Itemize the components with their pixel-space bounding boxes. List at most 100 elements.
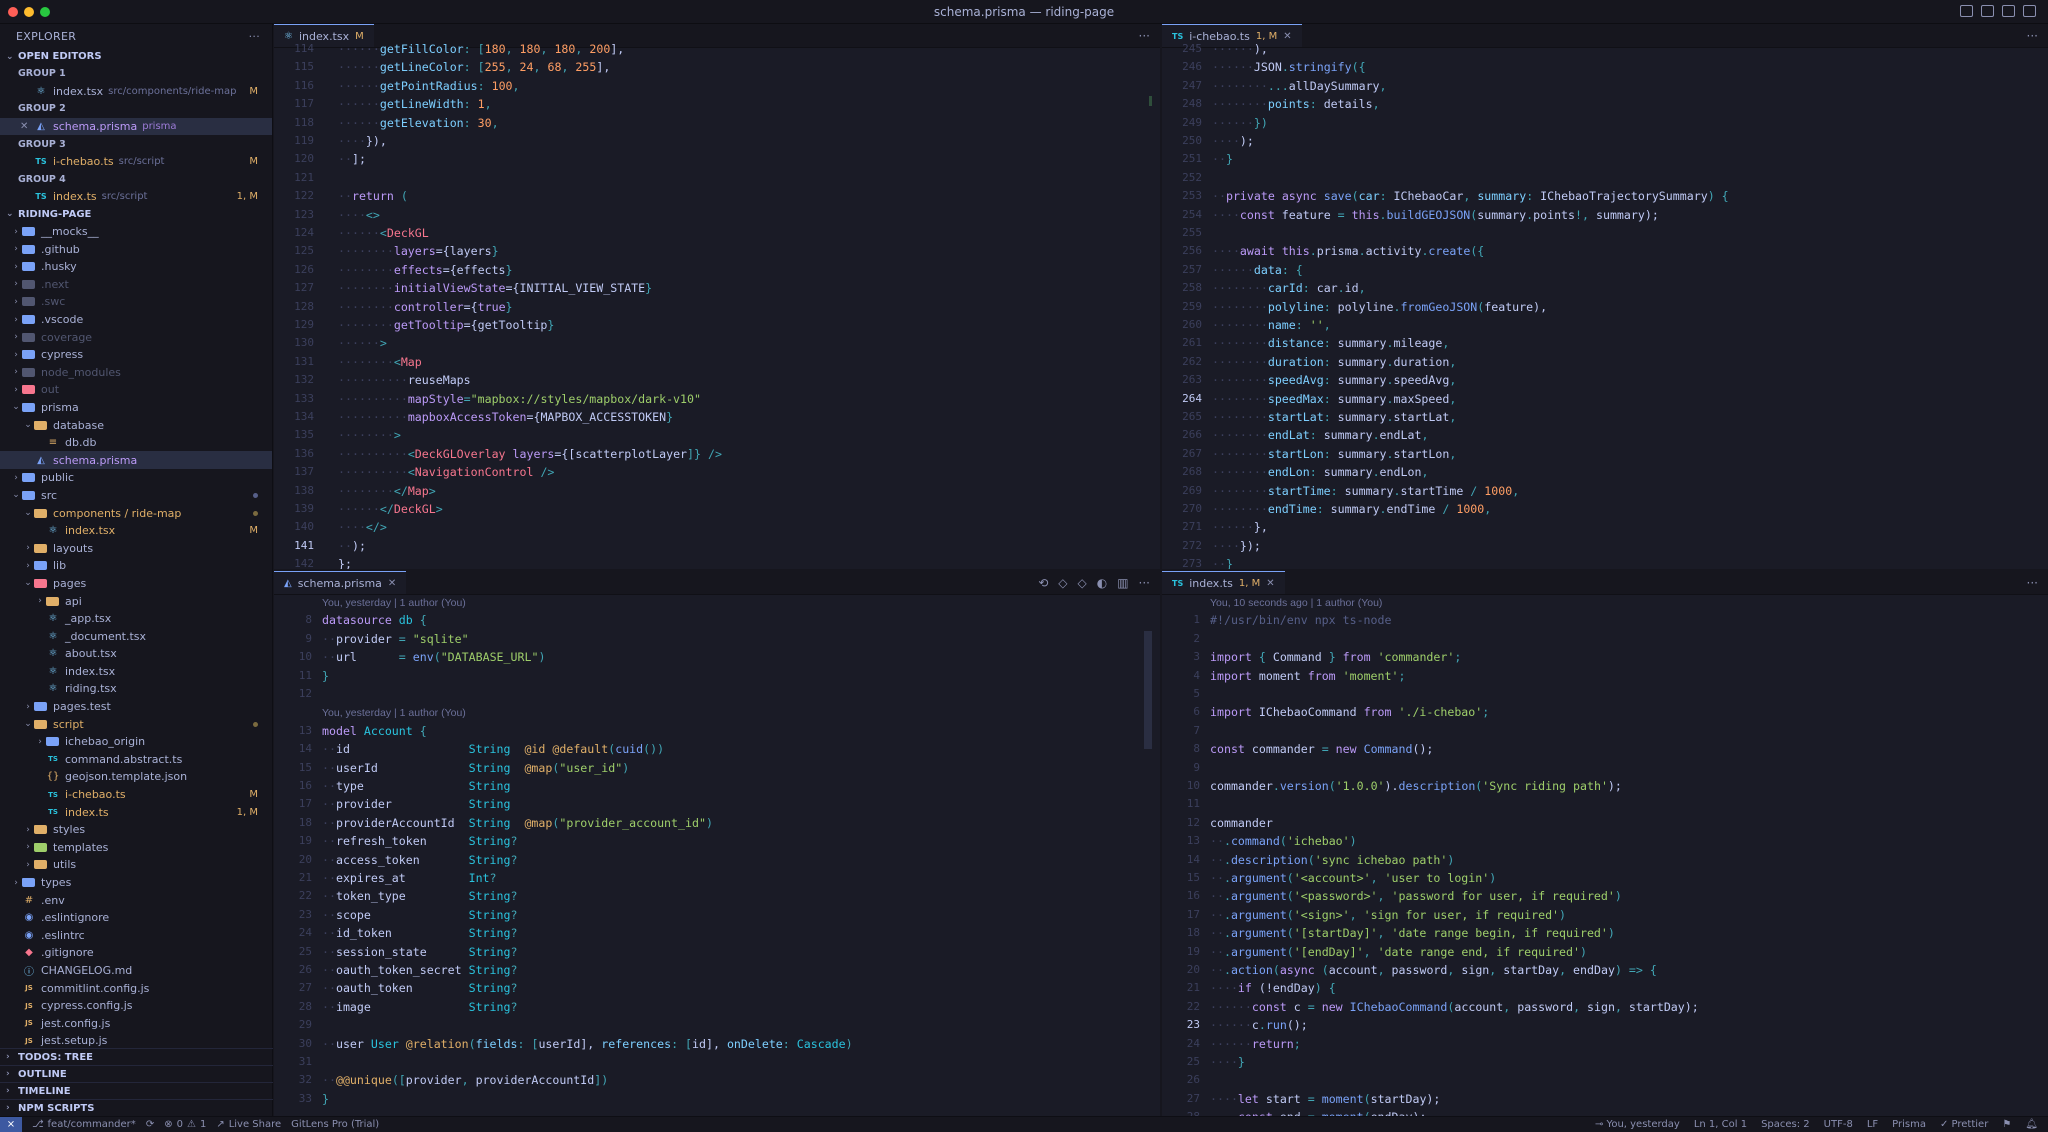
tree-file[interactable]: # .env <box>0 891 272 909</box>
tree-folder[interactable]: › out <box>0 381 272 399</box>
tree-folder[interactable]: › .husky <box>0 258 272 276</box>
toggle-sidebar-icon[interactable] <box>1960 5 1973 17</box>
tree-file[interactable]: TS command.abstract.ts <box>0 751 272 769</box>
tree-folder[interactable]: › coverage <box>0 328 272 346</box>
tree-file[interactable]: ◉ .eslintignore <box>0 909 272 927</box>
branch-status[interactable]: ⎇ feat/commander* <box>32 1119 136 1130</box>
tree-file[interactable]: ⓘ CHANGELOG.md <box>0 962 272 980</box>
git-lens-icon[interactable]: ◐ <box>1097 576 1107 590</box>
cursor-position[interactable]: Ln 1, Col 1 <box>1694 1119 1747 1130</box>
chevron-right-icon: › <box>14 332 18 343</box>
more-actions-icon[interactable]: ··· <box>2027 576 2038 590</box>
tree-folder[interactable]: › .swc <box>0 293 272 311</box>
tree-file[interactable]: ⚛ _document.tsx <box>0 627 272 645</box>
close-icon[interactable]: ✕ <box>20 121 34 132</box>
tree-folder[interactable]: › pages.test <box>0 698 272 716</box>
tree-folder[interactable]: ⌄ prisma <box>0 399 272 417</box>
npm-scripts-section[interactable]: › NPM SCRIPTS <box>0 1099 273 1116</box>
tree-folder[interactable]: ⌄ script <box>0 715 272 733</box>
open-editor-item[interactable]: TS i-chebao.ts src/script M <box>0 153 272 171</box>
close-icon[interactable]: ✕ <box>1266 578 1274 589</box>
code-editor[interactable]: You, 10 seconds ago | 1 author (You) 1 #!/… <box>1162 595 2048 1116</box>
more-actions-icon[interactable]: ··· <box>1139 29 1150 43</box>
gitlens-label: GitLens Pro (Trial) <box>291 1119 380 1130</box>
code-editor[interactable]: 245 ······), 246 ······JSON.stringify({247 ·… <box>1162 42 2048 569</box>
tree-file[interactable]: ⚛ _app.tsx <box>0 610 272 628</box>
tree-file[interactable]: ≡ db.db <box>0 434 272 452</box>
outline-section[interactable]: › OUTLINE <box>0 1065 273 1082</box>
project-section[interactable]: ⌄ RIDING-PAGE <box>0 206 272 223</box>
encoding[interactable]: UTF-8 <box>1824 1119 1853 1130</box>
tree-folder[interactable]: ⌄ src <box>0 487 272 505</box>
more-actions-icon[interactable]: ··· <box>1139 576 1150 590</box>
tree-folder[interactable]: › utils <box>0 856 272 874</box>
tree-folder[interactable]: › __mocks__ <box>0 223 272 241</box>
problems-status[interactable]: ⊗ 0 ⚠ 1 <box>164 1119 206 1130</box>
close-icon[interactable]: ✕ <box>1283 31 1291 42</box>
tree-folder[interactable]: › styles <box>0 821 272 839</box>
tree-folder[interactable]: ⌄ components / ride-map <box>0 504 272 522</box>
open-editor-item[interactable]: ⚛ index.tsx src/components/ride-map M <box>0 83 272 101</box>
tree-folder[interactable]: › templates <box>0 839 272 857</box>
tree-folder[interactable]: › public <box>0 469 272 487</box>
tree-folder[interactable]: › api <box>0 592 272 610</box>
open-editor-item-active[interactable]: ✕ ◭ schema.prisma prisma <box>0 117 272 136</box>
tree-file[interactable]: JS commitlint.config.js <box>0 979 272 997</box>
sync-icon[interactable]: ⟳ <box>146 1119 154 1130</box>
tree-file[interactable]: TS index.ts 1, M <box>0 803 272 821</box>
tree-file[interactable]: ⚛ riding.tsx <box>0 680 272 698</box>
live-share-status[interactable]: ↗ Live Share <box>216 1119 281 1130</box>
tree-folder[interactable]: › layouts <box>0 539 272 557</box>
history-icon[interactable]: ⟲ <box>1038 576 1048 590</box>
notifications-icon[interactable]: 🔔︎ <box>2025 1119 2038 1130</box>
tree-file[interactable]: ⚛ index.tsx M <box>0 522 272 540</box>
code-editor[interactable]: 114 ······getFillColor: [180, 180, 180, 2… <box>274 42 1160 569</box>
todos-tree-section[interactable]: › TODOS: TREE <box>0 1048 273 1065</box>
tree-file[interactable]: ⚛ index.tsx <box>0 663 272 681</box>
customize-layout-icon[interactable] <box>2023 5 2036 17</box>
diff-next-icon[interactable]: ◇ <box>1077 576 1086 590</box>
tree-file[interactable]: ◆ .gitignore <box>0 944 272 962</box>
language-mode[interactable]: Prisma <box>1892 1119 1926 1130</box>
tree-folder[interactable]: › types <box>0 874 272 892</box>
formatter-status[interactable]: ✓ Prettier <box>1940 1119 1988 1130</box>
split-editor-icon[interactable]: ▥ <box>1117 576 1128 590</box>
close-icon[interactable]: ✕ <box>388 578 396 589</box>
tree-folder[interactable]: › .github <box>0 240 272 258</box>
tree-folder[interactable]: › .vscode <box>0 311 272 329</box>
tab-schema-prisma[interactable]: ◭ schema.prisma ✕ <box>274 571 407 594</box>
more-actions-icon[interactable]: ··· <box>249 30 260 43</box>
line-number: 27 <box>1186 1091 1200 1105</box>
remote-icon[interactable]: ⨯ <box>0 1116 22 1132</box>
tab-index-ts[interactable]: TS index.ts 1, M ✕ <box>1162 571 1285 594</box>
tree-folder[interactable]: ⌄ pages <box>0 575 272 593</box>
open-editors-section[interactable]: ⌄ OPEN EDITORS <box>0 48 272 65</box>
gitlens-status[interactable]: GitLens Pro (Trial) <box>291 1119 379 1130</box>
tree-file[interactable]: TS i-chebao.ts M <box>0 786 272 804</box>
code-editor[interactable]: You, yesterday | 1 author (You) 8 datasour… <box>274 595 1160 1116</box>
tree-folder[interactable]: › ichebao_origin <box>0 733 272 751</box>
tree-folder[interactable]: › node_modules <box>0 364 272 382</box>
tree-folder[interactable]: › .next <box>0 276 272 294</box>
tree-folder[interactable]: › lib <box>0 557 272 575</box>
open-editor-item[interactable]: TS index.ts src/script 1, M <box>0 188 272 206</box>
diff-previous-icon[interactable]: ◇ <box>1058 576 1067 590</box>
more-actions-icon[interactable]: ··· <box>2027 29 2038 43</box>
tree-file[interactable]: ⚛ about.tsx <box>0 645 272 663</box>
feedback-icon[interactable]: ⚑ <box>2002 1119 2011 1130</box>
tree-file[interactable]: {} geojson.template.json <box>0 768 272 786</box>
toggle-panel-icon[interactable] <box>1981 5 1994 17</box>
end-of-line[interactable]: LF <box>1867 1119 1878 1130</box>
indentation[interactable]: Spaces: 2 <box>1761 1119 1810 1130</box>
tree-folder[interactable]: › cypress <box>0 346 272 364</box>
tree-file[interactable]: ◉ .eslintrc <box>0 927 272 945</box>
tree-item-label: utils <box>53 858 77 872</box>
tree-file[interactable]: JS jest.config.js <box>0 1014 272 1032</box>
scrollbar[interactable] <box>1144 631 1152 749</box>
timeline-section[interactable]: › TIMELINE <box>0 1082 273 1099</box>
toggle-secondary-sidebar-icon[interactable] <box>2002 5 2015 17</box>
git-blame-status[interactable]: ⊸ You, yesterday <box>1595 1119 1680 1130</box>
tree-file[interactable]: ◭ schema.prisma <box>0 451 272 470</box>
tree-file[interactable]: JS cypress.config.js <box>0 997 272 1015</box>
tree-folder[interactable]: ⌄ database <box>0 416 272 434</box>
